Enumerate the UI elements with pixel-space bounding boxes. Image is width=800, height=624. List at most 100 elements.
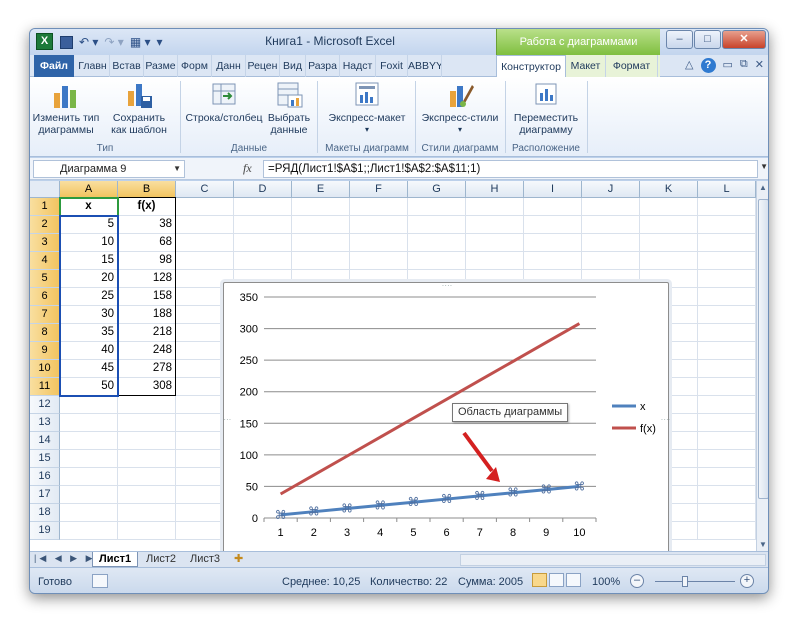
tab-design[interactable]: Конструктор (496, 55, 566, 78)
cell-F1[interactable] (350, 198, 408, 216)
resize-handle[interactable]: ···· (224, 415, 231, 424)
series-point-handle[interactable]: ⌘ (441, 492, 453, 506)
tab-format[interactable]: Формат (606, 55, 658, 77)
cell-L2[interactable] (698, 216, 756, 234)
cell-K1[interactable] (640, 198, 698, 216)
cell-B2[interactable]: 38 (118, 216, 176, 234)
page-layout-view-icon[interactable] (549, 573, 564, 587)
column-header-G[interactable]: G (408, 181, 466, 198)
cell-H3[interactable] (466, 234, 524, 252)
cell-L12[interactable] (698, 396, 756, 414)
scroll-up-icon[interactable]: ▲ (759, 183, 767, 192)
cell-L13[interactable] (698, 414, 756, 432)
cell-D3[interactable] (234, 234, 292, 252)
cell-A14[interactable] (60, 432, 118, 450)
cell-L5[interactable] (698, 270, 756, 288)
scroll-down-icon[interactable]: ▼ (759, 540, 767, 549)
cell-H2[interactable] (466, 216, 524, 234)
cell-A18[interactable] (60, 504, 118, 522)
column-header-D[interactable]: D (234, 181, 292, 198)
cell-A3[interactable]: 10 (60, 234, 118, 252)
cell-D1[interactable] (234, 198, 292, 216)
change-chart-type-button[interactable]: Изменить тип диаграммы (32, 81, 100, 136)
series-line-x[interactable] (280, 484, 580, 517)
row-header-16[interactable]: 16 (30, 468, 60, 486)
tab-addins[interactable]: Надст (340, 55, 376, 77)
cell-B5[interactable]: 128 (118, 270, 176, 288)
insert-sheet-icon[interactable]: ✚ (228, 552, 249, 567)
cell-J4[interactable] (582, 252, 640, 270)
cell-I1[interactable] (524, 198, 582, 216)
tab-abbyy[interactable]: ABBYY (408, 55, 442, 77)
cell-L19[interactable] (698, 522, 756, 540)
cell-C4[interactable] (176, 252, 234, 270)
cell-A7[interactable]: 30 (60, 306, 118, 324)
page-break-view-icon[interactable] (566, 573, 581, 587)
cell-E2[interactable] (292, 216, 350, 234)
cell-C2[interactable] (176, 216, 234, 234)
cell-B13[interactable] (118, 414, 176, 432)
sheet-tab-3[interactable]: Лист3 (184, 552, 226, 567)
cell-C3[interactable] (176, 234, 234, 252)
tab-home[interactable]: Главн (76, 55, 110, 77)
column-header-C[interactable]: C (176, 181, 234, 198)
series-point-handle[interactable]: ⌘ (374, 498, 386, 512)
zoom-level[interactable]: 100% (592, 576, 620, 588)
tab-page-layout[interactable]: Разме (144, 55, 178, 77)
cell-G1[interactable] (408, 198, 466, 216)
row-header-2[interactable]: 2 (30, 216, 60, 234)
row-header-8[interactable]: 8 (30, 324, 60, 342)
cell-A17[interactable] (60, 486, 118, 504)
tab-file[interactable]: Файл (34, 55, 74, 77)
cell-L8[interactable] (698, 324, 756, 342)
column-header-H[interactable]: H (466, 181, 524, 198)
cell-L10[interactable] (698, 360, 756, 378)
column-header-A[interactable]: A (60, 181, 118, 198)
cell-K3[interactable] (640, 234, 698, 252)
series-point-handle[interactable]: ⌘ (474, 489, 486, 503)
switch-row-column-button[interactable]: Строка/столбец (184, 81, 264, 124)
row-header-9[interactable]: 9 (30, 342, 60, 360)
worksheet-grid[interactable]: A B C D E F G H I J K L 1 x f(x) 2 5 38 3 10 68 4 15 98 5 20 128 6 2… (30, 181, 756, 551)
cell-B18[interactable] (118, 504, 176, 522)
cell-J1[interactable] (582, 198, 640, 216)
cell-E3[interactable] (292, 234, 350, 252)
zoom-slider[interactable] (655, 581, 735, 582)
zoom-slider-thumb[interactable] (682, 576, 688, 587)
cell-A15[interactable] (60, 450, 118, 468)
name-box-dropdown-icon[interactable]: ▼ (173, 161, 181, 177)
cell-L17[interactable] (698, 486, 756, 504)
column-header-F[interactable]: F (350, 181, 408, 198)
cell-H4[interactable] (466, 252, 524, 270)
series-point-handle[interactable]: ⌘ (507, 486, 519, 500)
cell-I2[interactable] (524, 216, 582, 234)
cell-C1[interactable] (176, 198, 234, 216)
cell-B3[interactable]: 68 (118, 234, 176, 252)
cell-B15[interactable] (118, 450, 176, 468)
column-header-B[interactable]: B (118, 181, 176, 198)
formula-input[interactable]: =РЯД(Лист1!$A$1;;Лист1!$A$2:$A$11;1) (263, 160, 758, 178)
resize-handle[interactable]: ···· (442, 283, 453, 290)
cell-L18[interactable] (698, 504, 756, 522)
help-icon[interactable]: ? (700, 58, 716, 73)
row-header-1[interactable]: 1 (30, 198, 60, 216)
cell-F3[interactable] (350, 234, 408, 252)
sheet-tab-1[interactable]: Лист1 (92, 552, 139, 567)
row-header-19[interactable]: 19 (30, 522, 60, 540)
cell-A19[interactable] (60, 522, 118, 540)
cell-G3[interactable] (408, 234, 466, 252)
cell-L14[interactable] (698, 432, 756, 450)
column-header-L[interactable]: L (698, 181, 756, 198)
cell-B11[interactable]: 308 (118, 378, 176, 396)
cell-J3[interactable] (582, 234, 640, 252)
cell-L6[interactable] (698, 288, 756, 306)
cell-B10[interactable]: 278 (118, 360, 176, 378)
tab-layout[interactable]: Макет (566, 55, 606, 77)
cell-D2[interactable] (234, 216, 292, 234)
cell-A9[interactable]: 40 (60, 342, 118, 360)
cell-G4[interactable] (408, 252, 466, 270)
cell-B14[interactable] (118, 432, 176, 450)
zoom-out-icon[interactable]: – (630, 574, 644, 588)
row-header-3[interactable]: 3 (30, 234, 60, 252)
tab-developer[interactable]: Разра (306, 55, 340, 77)
